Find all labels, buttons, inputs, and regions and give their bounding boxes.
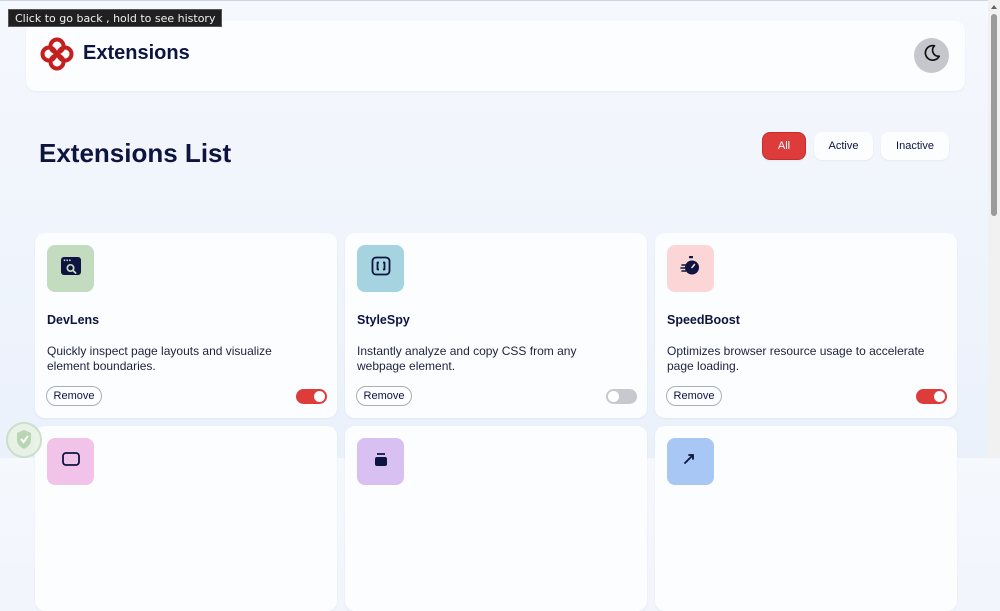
extension-icon-box [667, 438, 714, 485]
moon-icon [922, 43, 942, 68]
extension-icon [679, 447, 703, 476]
speedboost-icon-box [667, 245, 714, 292]
app-header: Extensions [26, 21, 965, 91]
extension-card [35, 426, 337, 611]
extension-description: Optimizes browser resource usage to acce… [667, 344, 925, 373]
devlens-icon-box [47, 245, 94, 292]
extension-card: DevLens Quickly inspect page layouts and… [35, 233, 337, 418]
filter-active-button[interactable]: Active [814, 132, 873, 160]
brand-name: Extensions [83, 42, 190, 64]
extension-icon [369, 447, 393, 476]
stylespy-icon-box [357, 245, 404, 292]
extension-description: Quickly inspect page layouts and visuali… [47, 344, 272, 373]
extension-icon-box [357, 438, 404, 485]
toggle-knob [934, 391, 945, 402]
filter-all-button[interactable]: All [762, 132, 806, 160]
active-toggle[interactable] [606, 389, 637, 404]
remove-button[interactable]: Remove [666, 386, 722, 406]
back-button-tooltip: Click to go back , hold to see history [8, 9, 223, 27]
extension-icon [59, 447, 83, 476]
extension-card: StyleSpy Instantly analyze and copy CSS … [345, 233, 647, 418]
toggle-knob [608, 391, 619, 402]
page-title: Extensions List [39, 138, 232, 168]
vertical-scrollbar[interactable] [988, 0, 1000, 458]
shield-watermark-icon [4, 414, 48, 458]
logo-icon [40, 37, 74, 71]
active-toggle[interactable] [916, 389, 947, 404]
theme-toggle-button[interactable] [914, 38, 949, 73]
extension-name: DevLens [47, 313, 100, 327]
extension-card: SpeedBoost Optimizes browser resource us… [655, 233, 957, 418]
speedboost-stopwatch-icon [679, 254, 703, 283]
scrollbar-thumb[interactable] [991, 14, 997, 216]
toggle-knob [314, 391, 325, 402]
extension-card [345, 426, 647, 611]
stylespy-brackets-icon [369, 254, 393, 283]
devlens-inspect-icon [59, 254, 83, 283]
extension-name: StyleSpy [357, 313, 410, 327]
filter-inactive-button[interactable]: Inactive [881, 132, 949, 160]
scroll-up-icon[interactable] [988, 0, 1000, 12]
extension-card [655, 426, 957, 611]
extension-description: Instantly analyze and copy CSS from any … [357, 344, 577, 373]
remove-button[interactable]: Remove [356, 386, 412, 406]
browser-top-edge [0, 0, 988, 1]
remove-button[interactable]: Remove [46, 386, 102, 406]
extension-icon-box [47, 438, 94, 485]
active-toggle[interactable] [296, 389, 327, 404]
extension-name: SpeedBoost [667, 313, 740, 327]
filter-group: All Active Inactive [762, 132, 949, 160]
